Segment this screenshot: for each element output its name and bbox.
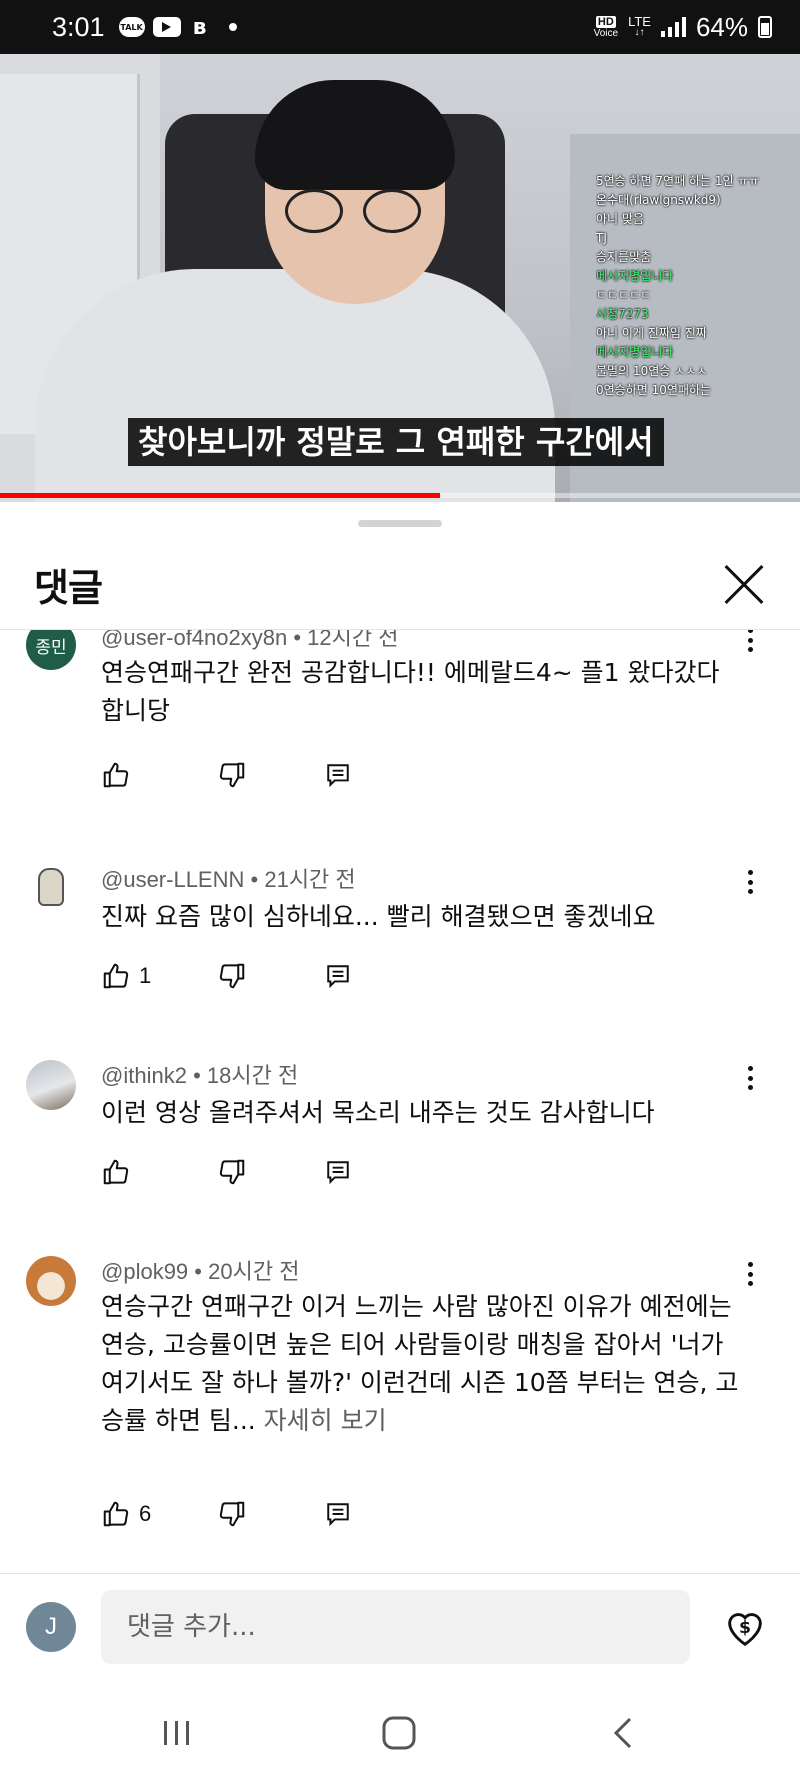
thumbs-up-icon	[103, 1159, 129, 1185]
comment-item: @ithink2 • 18시간 전 이런 영상 올려주셔서 목소리 내주는 것도…	[0, 1058, 800, 1218]
comments-list[interactable]: 종민 @user-of4no2xy8n • 12시간 전 연승연패구간 완전 공…	[0, 630, 800, 1573]
thumbs-down-icon	[219, 1501, 245, 1527]
comment-item: @plok99 • 20시간 전 연승구간 연패구간 이거 느끼는 사람 많아진…	[0, 1254, 800, 1554]
dislike-button[interactable]	[217, 961, 325, 991]
like-button[interactable]	[101, 760, 217, 790]
more-options-icon[interactable]	[742, 630, 758, 655]
comment-text: 연승구간 연패구간 이거 느끼는 사람 많아진 이유가 예전에는 연승, 고승률…	[101, 1292, 739, 1435]
more-options-icon[interactable]	[742, 1063, 758, 1093]
avatar[interactable]	[26, 1256, 76, 1306]
comment-text: 진짜 요즘 많이 심하네요... 빨리 해결됐으면 좋겠네요	[101, 902, 656, 931]
thumbs-up-icon	[103, 762, 129, 788]
system-nav-bar	[0, 1683, 800, 1778]
comment-actions: 6	[101, 1494, 351, 1534]
comment-time: 12시간 전	[307, 630, 399, 650]
comment-actions: 1	[101, 956, 351, 996]
comment-meta: @user-of4no2xy8n • 12시간 전	[101, 630, 398, 652]
comment-item: 종민 @user-of4no2xy8n • 12시간 전 연승연패구간 완전 공…	[0, 630, 800, 790]
status-bar: 3:01 TALK ʙ HD Voice LTE ↓↑ 64%	[0, 0, 800, 54]
comment-author[interactable]: @ithink2	[101, 1063, 187, 1088]
comment-text: 이런 영상 올려주셔서 목소리 내주는 것도 감사합니다	[101, 1098, 655, 1127]
reply-icon	[327, 965, 349, 989]
comment-time: 21시간 전	[264, 867, 356, 892]
dislike-button[interactable]	[217, 1157, 325, 1187]
thumbs-down-icon	[219, 1159, 245, 1185]
reply-icon	[327, 1503, 349, 1527]
comment-actions	[101, 1152, 351, 1192]
svg-text:$: $	[739, 1618, 751, 1638]
more-options-icon[interactable]	[742, 867, 758, 897]
comment-meta: @plok99 • 20시간 전	[101, 1259, 300, 1284]
comment-text: 연승연패구간 완전 공감합니다!! 에메랄드4~ 플1 왔다갔다합니당	[101, 658, 720, 725]
like-count: 1	[139, 963, 152, 988]
dislike-button[interactable]	[217, 760, 325, 790]
talk-icon: TALK	[118, 17, 145, 37]
reply-icon	[327, 764, 349, 788]
notification-dot-icon	[228, 23, 237, 31]
comment-meta: @ithink2 • 18시간 전	[101, 1063, 299, 1088]
video-progress-bar[interactable]	[0, 493, 800, 498]
status-time: 3:01	[52, 11, 105, 42]
comment-time: 20시간 전	[208, 1259, 300, 1284]
comment-item: @user-LLENN • 21시간 전 진짜 요즘 많이 심하네요... 빨리…	[0, 862, 800, 1022]
reply-button[interactable]	[325, 1159, 351, 1185]
thumbs-up-icon	[103, 963, 129, 989]
band-icon: ʙ	[192, 14, 207, 40]
avatar[interactable]	[26, 862, 76, 912]
youtube-icon	[152, 17, 181, 37]
comment-actions	[101, 755, 351, 795]
comment-author[interactable]: @user-of4no2xy8n	[101, 630, 287, 650]
video-player[interactable]: 5연승 하면 7연패 하는 1인 ㅠㅠ 온수대(rlawlgnswkd9) 아니…	[0, 54, 800, 502]
battery-icon	[758, 16, 772, 38]
home-icon[interactable]	[375, 1713, 425, 1753]
comment-meta: @user-LLENN • 21시간 전	[101, 867, 356, 892]
recent-apps-icon[interactable]	[152, 1713, 202, 1753]
read-more-link[interactable]: 자세히 보기	[256, 1406, 387, 1435]
video-person	[35, 269, 555, 502]
hd-voice-icon: HD Voice	[593, 15, 619, 39]
reply-button[interactable]	[325, 1501, 351, 1527]
super-thanks-icon[interactable]: $	[722, 1604, 768, 1650]
sheet-header: 댓글	[0, 540, 800, 630]
like-count: 6	[139, 1501, 152, 1526]
lte-icon: LTE ↓↑	[628, 14, 651, 38]
thumbs-down-icon	[219, 963, 245, 989]
thumbs-down-icon	[219, 762, 245, 788]
close-icon[interactable]	[722, 563, 766, 607]
like-button[interactable]: 1	[101, 961, 217, 991]
video-subtitle: 찾아보니까 정말로 그 연패한 구간에서	[128, 418, 664, 466]
comment-input[interactable]	[101, 1590, 690, 1664]
video-chat-overlay: 5연승 하면 7연패 하는 1인 ㅠㅠ 온수대(rlawlgnswkd9) 아니…	[596, 174, 760, 397]
avatar[interactable]	[26, 1060, 76, 1110]
reply-icon	[327, 1161, 349, 1185]
back-icon[interactable]	[600, 1713, 650, 1753]
signal-icon	[660, 17, 686, 37]
my-avatar[interactable]: J	[26, 1602, 76, 1652]
reply-button[interactable]	[325, 963, 351, 989]
video-progress-fill	[0, 493, 440, 498]
more-options-icon[interactable]	[742, 1259, 758, 1289]
sheet-title: 댓글	[34, 566, 103, 610]
dislike-button[interactable]	[217, 1499, 325, 1529]
like-button[interactable]: 6	[101, 1499, 217, 1529]
comment-time: 18시간 전	[206, 1063, 299, 1088]
reply-button[interactable]	[325, 762, 351, 788]
comment-author[interactable]: @user-LLENN	[101, 867, 244, 892]
thumbs-up-icon	[103, 1501, 129, 1527]
battery-percent: 64%	[695, 11, 748, 42]
sheet-drag-handle[interactable]	[358, 520, 442, 527]
avatar[interactable]: 종민	[26, 630, 76, 670]
comment-composer: J $	[0, 1573, 800, 1683]
like-button[interactable]	[101, 1157, 217, 1187]
comment-author[interactable]: @plok99	[101, 1259, 188, 1284]
